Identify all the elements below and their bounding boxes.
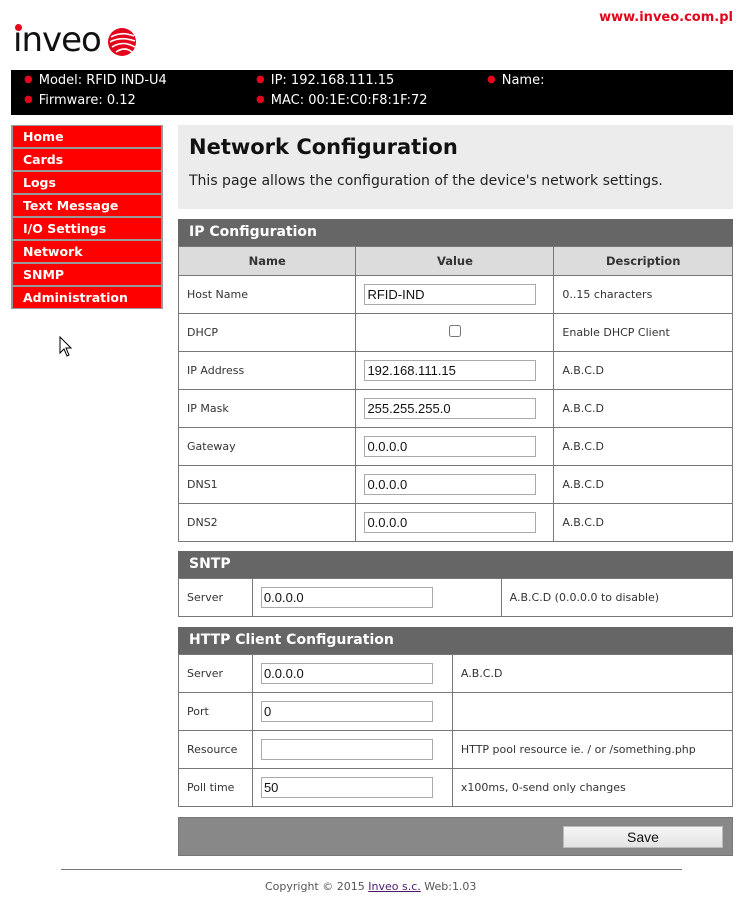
row-label: DHCP	[177, 313, 357, 352]
row-description: A.B.C.D	[451, 654, 734, 693]
column-header-description: Description	[553, 246, 733, 276]
nav-item-cards[interactable]: Cards	[13, 149, 161, 170]
gateway-input[interactable]	[364, 436, 537, 457]
row-description: A.B.C.D	[553, 465, 733, 504]
ip-info: ● IP: 192.168.111.15	[256, 73, 395, 88]
nav-item-home[interactable]: Home	[13, 126, 161, 147]
row-description: A.B.C.D	[553, 389, 733, 428]
http-server-input[interactable]	[260, 663, 433, 684]
nav-item-logs[interactable]: Logs	[13, 172, 161, 193]
row-description: A.B.C.D	[553, 351, 733, 390]
save-bar: Save	[178, 817, 733, 856]
website-link[interactable]: www.inveo.com.pl	[590, 10, 733, 25]
sntp-table: Server A.B.C.D (0.0.0.0 to disable)	[178, 578, 734, 617]
http-client-table: Server A.B.C.D Port Resource HTTP pool r…	[178, 654, 734, 807]
http-resource-input[interactable]	[260, 739, 433, 760]
row-label: Resource	[178, 730, 253, 769]
table-row-http-port: Port	[178, 692, 734, 731]
row-label: IP Mask	[177, 389, 357, 428]
company-link[interactable]: Inveo s.c.	[368, 880, 421, 893]
table-row-dns2: DNS2 A.B.C.D	[177, 503, 733, 542]
row-label: DNS1	[177, 465, 357, 504]
table-row-sntp-server: Server A.B.C.D (0.0.0.0 to disable)	[178, 578, 734, 617]
sntp-title: SNTP	[178, 551, 733, 578]
row-description: x100ms, 0-send only changes	[451, 768, 734, 807]
nav-item-snmp[interactable]: SNMP	[13, 264, 161, 285]
ip-config-title: IP Configuration	[178, 219, 733, 246]
row-description: HTTP pool resource ie. / or /something.p…	[451, 730, 734, 769]
globe-logo-icon	[107, 28, 136, 56]
table-row-http-resource: Resource HTTP pool resource ie. / or /so…	[178, 730, 734, 769]
row-label: Host Name	[177, 275, 357, 314]
mouse-cursor-icon	[59, 336, 73, 357]
ip-config-table: Name Value Description Host Name 0..15 c…	[177, 246, 733, 542]
dhcp-checkbox[interactable]	[448, 325, 461, 337]
web-version: Web:1.03	[424, 880, 477, 893]
table-row-dhcp: DHCP Enable DHCP Client	[177, 313, 733, 352]
column-header-value: Value	[355, 246, 555, 276]
nav-item-io-settings[interactable]: I/O Settings	[13, 218, 161, 239]
http-poll-time-input[interactable]	[260, 777, 433, 798]
copyright-text: Copyright © 2015	[265, 880, 365, 893]
name-info: ● Name:	[487, 73, 545, 88]
firmware-info: ● Firmware: 0.12	[24, 93, 136, 108]
inveo-logo: inveo	[13, 22, 137, 58]
nav-item-administration[interactable]: Administration	[13, 287, 161, 308]
table-row-host-name: Host Name 0..15 characters	[177, 275, 733, 314]
table-row-ip-address: IP Address A.B.C.D	[177, 351, 733, 390]
table-row-dns1: DNS1 A.B.C.D	[177, 465, 733, 504]
model-info: ● Model: RFID IND-U4	[24, 73, 167, 88]
host-name-input[interactable]	[364, 284, 537, 305]
row-description: A.B.C.D (0.0.0.0 to disable)	[500, 578, 734, 617]
dns2-input[interactable]	[364, 512, 537, 533]
page-header: Network Configuration This page allows t…	[178, 125, 733, 209]
http-port-input[interactable]	[260, 701, 433, 722]
row-label: DNS2	[177, 503, 357, 542]
dns1-input[interactable]	[364, 474, 537, 495]
http-client-title: HTTP Client Configuration	[178, 627, 733, 654]
footer: Copyright © 2015 Inveo s.c. Web:1.03	[265, 880, 476, 893]
mac-info: ● MAC: 00:1E:C0:F8:1F:72	[256, 93, 428, 108]
table-row-ip-mask: IP Mask A.B.C.D	[177, 389, 733, 428]
nav-item-network[interactable]: Network	[13, 241, 161, 262]
row-description: Enable DHCP Client	[553, 313, 733, 352]
sntp-server-input[interactable]	[260, 587, 433, 608]
save-button[interactable]: Save	[563, 826, 723, 848]
table-row-http-poll-time: Poll time x100ms, 0-send only changes	[178, 768, 734, 807]
sidebar-nav: Home Cards Logs Text Message I/O Setting…	[11, 125, 163, 309]
footer-divider	[61, 869, 682, 870]
page-description: This page allows the configuration of th…	[189, 173, 663, 189]
row-label: IP Address	[177, 351, 357, 390]
row-description: A.B.C.D	[553, 427, 733, 466]
row-description: A.B.C.D	[553, 503, 733, 542]
table-row-http-server: Server A.B.C.D	[178, 654, 734, 693]
row-label: Port	[178, 692, 253, 731]
logo-text: inveo	[13, 20, 102, 60]
row-label: Gateway	[177, 427, 357, 466]
nav-item-text-message[interactable]: Text Message	[13, 195, 161, 216]
device-info-bar: ● Model: RFID IND-U4 ● Firmware: 0.12 ● IP:…	[11, 70, 733, 115]
page-title: Network Configuration	[189, 135, 458, 159]
row-label: Server	[178, 654, 253, 693]
row-label: Poll time	[178, 768, 253, 807]
column-header-name: Name	[177, 246, 357, 276]
row-label: Server	[178, 578, 253, 617]
table-row-gateway: Gateway A.B.C.D	[177, 427, 733, 466]
ip-address-input[interactable]	[364, 360, 537, 381]
ip-mask-input[interactable]	[364, 398, 537, 419]
row-description	[451, 692, 734, 731]
row-description: 0..15 characters	[553, 275, 733, 314]
